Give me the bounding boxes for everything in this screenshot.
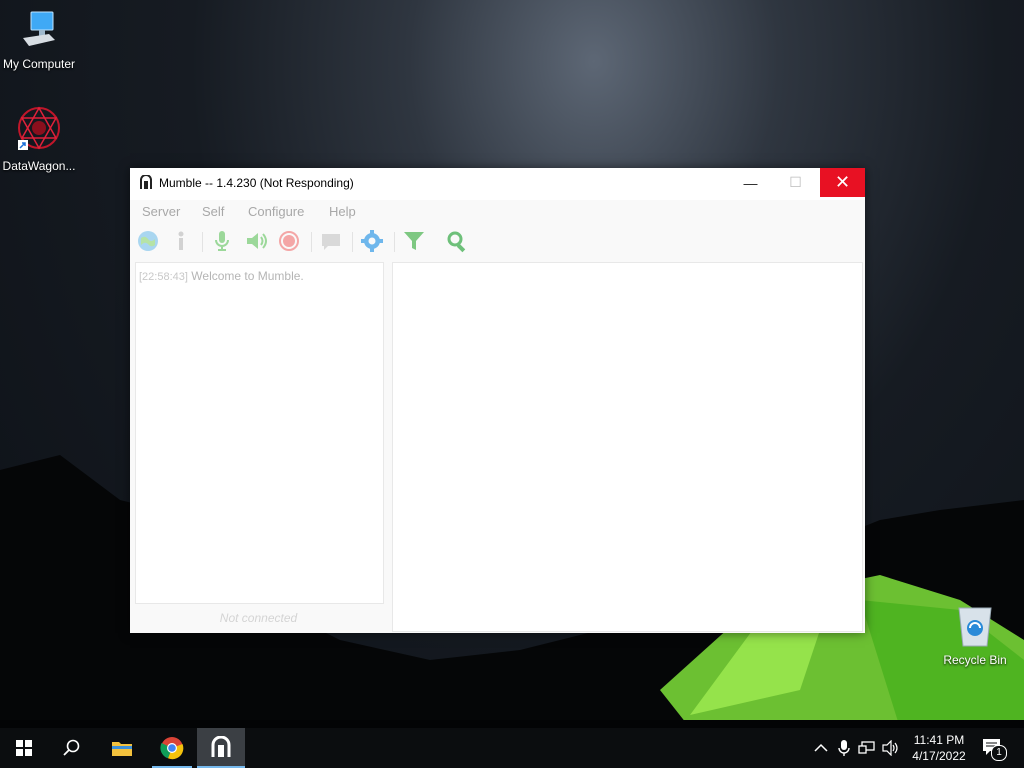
log-pane[interactable]: [22:58:43] Welcome to Mumble. bbox=[135, 262, 384, 604]
menu-configure[interactable]: Configure bbox=[248, 204, 304, 219]
menu-self[interactable]: Self bbox=[202, 204, 224, 219]
taskbar-clock[interactable]: 11:41 PM 4/17/2022 bbox=[904, 732, 974, 764]
log-timestamp: [22:58:43] bbox=[139, 271, 188, 283]
desktop-icon-label: DataWagon... bbox=[2, 159, 76, 173]
chrome-icon bbox=[160, 737, 184, 760]
toolbar bbox=[130, 226, 865, 258]
close-button[interactable]: ✕ bbox=[820, 168, 865, 197]
mumble-icon bbox=[211, 736, 231, 757]
system-tray bbox=[814, 728, 900, 768]
log-entry: [22:58:43] Welcome to Mumble. bbox=[139, 269, 304, 283]
window-title: Mumble -- 1.4.230 (Not Responding) bbox=[159, 176, 354, 190]
toolbar-separator bbox=[352, 232, 353, 252]
toolbar-separator bbox=[311, 232, 312, 252]
deafen-speaker-icon[interactable] bbox=[244, 229, 268, 253]
title-bar[interactable]: Mumble -- 1.4.230 (Not Responding) — ☐ ✕ bbox=[130, 168, 865, 200]
start-icon bbox=[16, 740, 32, 756]
chevron-up-icon[interactable] bbox=[814, 743, 828, 753]
mumble-window: Mumble -- 1.4.230 (Not Responding) — ☐ ✕… bbox=[130, 168, 865, 633]
clock-date: 4/17/2022 bbox=[912, 749, 966, 763]
taskbar-file-explorer[interactable] bbox=[98, 728, 146, 768]
taskbar-chrome[interactable] bbox=[148, 728, 196, 768]
desktop-icon-label: My Computer bbox=[2, 57, 76, 71]
info-icon[interactable] bbox=[169, 229, 193, 253]
network-icon[interactable] bbox=[858, 740, 876, 756]
chat-input[interactable]: Not connected bbox=[135, 605, 382, 631]
notification-badge: 1 bbox=[991, 745, 1007, 761]
computer-icon bbox=[23, 11, 55, 46]
desktop-icon-my-computer[interactable]: My Computer bbox=[0, 8, 78, 71]
comment-icon[interactable] bbox=[319, 229, 343, 253]
settings-gear-icon[interactable] bbox=[360, 229, 384, 253]
recycle-bin-icon bbox=[958, 607, 992, 647]
minimize-button[interactable]: — bbox=[728, 168, 773, 197]
toolbar-separator bbox=[202, 232, 203, 252]
taskbar-search-button[interactable] bbox=[48, 728, 96, 768]
clock-time: 11:41 PM bbox=[913, 733, 965, 747]
datawagon-shortcut-icon bbox=[18, 106, 60, 150]
microphone-icon[interactable] bbox=[838, 740, 850, 756]
mute-microphone-icon[interactable] bbox=[210, 229, 234, 253]
action-center-button[interactable]: 1 bbox=[982, 738, 1007, 761]
channel-tree-pane[interactable] bbox=[392, 262, 863, 632]
record-icon[interactable] bbox=[277, 229, 301, 253]
menu-bar: Server Self Configure Help bbox=[130, 200, 865, 222]
desktop-icon-label: Recycle Bin bbox=[943, 653, 1007, 667]
file-explorer-icon bbox=[112, 742, 132, 756]
toolbar-separator bbox=[394, 232, 395, 252]
menu-help[interactable]: Help bbox=[329, 204, 356, 219]
taskbar-mumble[interactable] bbox=[197, 728, 245, 768]
desktop-icon-datawagon[interactable]: DataWagon... bbox=[0, 104, 78, 173]
maximize-button[interactable]: ☐ bbox=[773, 168, 818, 197]
search-icon bbox=[63, 739, 80, 756]
filter-icon[interactable] bbox=[402, 229, 426, 253]
connect-globe-icon[interactable] bbox=[136, 229, 160, 253]
volume-icon[interactable] bbox=[882, 740, 900, 756]
mumble-app-icon bbox=[140, 175, 152, 189]
search-icon[interactable] bbox=[445, 229, 469, 253]
start-button[interactable] bbox=[0, 728, 48, 768]
taskbar: 11:41 PM 4/17/2022 1 bbox=[0, 728, 1024, 768]
menu-server[interactable]: Server bbox=[142, 204, 180, 219]
desktop-icon-recycle-bin[interactable]: Recycle Bin bbox=[936, 604, 1014, 667]
log-message: Welcome to Mumble. bbox=[191, 269, 304, 283]
